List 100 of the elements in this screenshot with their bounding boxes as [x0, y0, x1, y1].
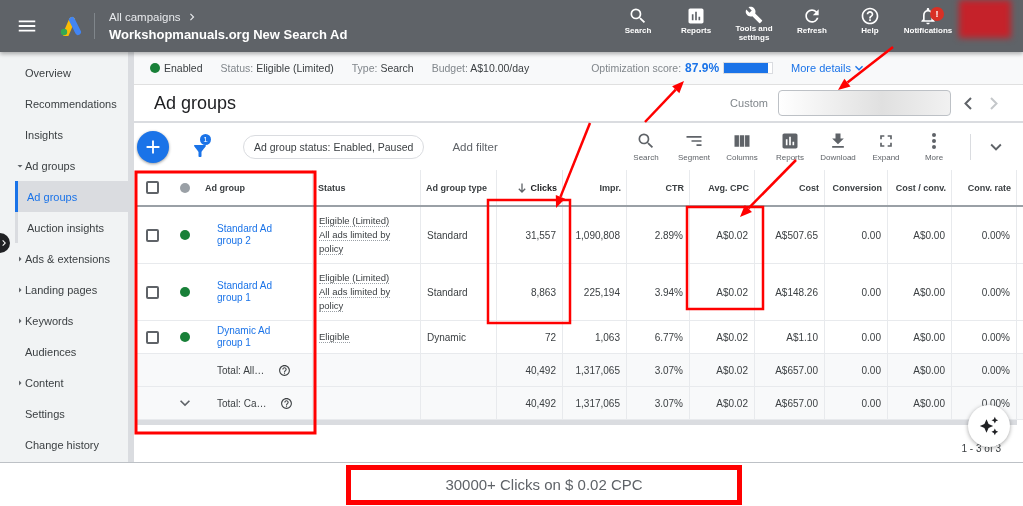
checkbox[interactable]: [146, 330, 159, 344]
search-icon: [636, 131, 656, 151]
table-cell: A$1.10: [755, 321, 825, 353]
column-header[interactable]: Conversion: [825, 170, 888, 205]
table-cell: A$0.00: [888, 207, 952, 263]
help-icon: [278, 363, 292, 377]
page-title: Ad groups: [154, 92, 237, 114]
table-cell: 3.94%: [627, 264, 690, 320]
status-text: Eligible: [319, 329, 350, 345]
ad-group-link[interactable]: Dynamic Ad group 1: [217, 324, 283, 350]
chevron-left-icon: [964, 96, 972, 110]
table-cell: 2.89%: [627, 207, 690, 263]
toolbar-button[interactable]: Help: [843, 0, 897, 52]
ad-group-link[interactable]: Standard Ad group 1: [217, 279, 283, 305]
add-filter-button[interactable]: Add filter: [446, 139, 504, 154]
caption: 30000+ Clicks on $ 0.02 CPC: [346, 464, 742, 505]
table-cell: 0.00%: [952, 321, 1017, 353]
checkbox[interactable]: [146, 285, 159, 299]
search-icon: [628, 6, 648, 26]
date-label: Custom: [730, 97, 768, 109]
table-cell: Dynamic: [421, 321, 497, 353]
refresh-icon: [802, 6, 822, 26]
table-cell: 0.00%: [952, 264, 1017, 320]
column-header[interactable]: Cost: [755, 170, 825, 205]
table-cell: A$0.00: [888, 321, 952, 353]
table-cell: Standard: [421, 264, 497, 320]
toolbar-button[interactable]: Segment: [670, 131, 718, 162]
status-text: Eligible (Limited) All ads limited by policy: [319, 213, 392, 257]
more-icon: [932, 133, 936, 149]
table-cell: A$148.26: [755, 264, 825, 320]
ad-group-link[interactable]: Standard Ad group 2: [217, 222, 283, 248]
toolbar-button[interactable]: Search: [611, 0, 665, 52]
table-cell: 40,492: [497, 354, 563, 386]
table-cell: A$657.00: [755, 354, 825, 386]
sidebar-item[interactable]: Landing pages: [0, 274, 128, 305]
column-header[interactable]: Avg. CPC: [690, 170, 755, 205]
wrench-icon: [745, 6, 763, 24]
column-header[interactable]: CTR: [627, 170, 690, 205]
sidebar-item[interactable]: Recommendations: [0, 88, 128, 119]
date-range-field[interactable]: [778, 90, 951, 116]
table-cell: 1,063: [563, 321, 627, 353]
notification-badge: !: [930, 7, 944, 21]
sidebar-item[interactable]: Ad groups: [0, 150, 128, 181]
table-cell: A$0.02: [690, 354, 755, 386]
optimization-score: Optimization score: 87.9%: [591, 61, 720, 75]
summary-fact: Type: Search: [351, 62, 414, 74]
total-label: Total: Ca…: [217, 397, 267, 409]
toolbar-button[interactable]: Reports: [669, 0, 723, 52]
summary-fact: Status: Eligible (Limited): [220, 62, 334, 74]
toolbar-button[interactable]: Notifications !: [901, 0, 955, 52]
table-cell: 1,090,808: [563, 207, 627, 263]
table-cell: 0.00%: [952, 207, 1017, 263]
sparkle-icon: [979, 416, 999, 436]
sidebar-item[interactable]: Keywords: [0, 305, 128, 336]
sidebar-item[interactable]: Content: [0, 367, 128, 398]
checkbox[interactable]: [146, 228, 159, 242]
campaign-state: Enabled: [150, 62, 203, 74]
sidebar-item[interactable]: Auction insights: [15, 212, 128, 243]
table-cell: 1,317,065: [563, 354, 627, 386]
toolbar-button[interactable]: Download: [814, 131, 862, 162]
total-label: Total: All…: [217, 364, 265, 376]
column-header[interactable]: Ad group type: [421, 170, 497, 205]
toolbar-button[interactable]: Columns: [718, 131, 766, 162]
sidebar-item[interactable]: Change history: [0, 429, 128, 460]
toolbar-button[interactable]: Expand: [862, 131, 910, 162]
help-icon: [860, 6, 880, 26]
column-header[interactable]: Conv. rate: [952, 170, 1017, 205]
sidebar-item[interactable]: Overview: [0, 57, 128, 88]
toolbar-button[interactable]: Tools and settings: [727, 0, 781, 52]
filter-chip[interactable]: Ad group status: Enabled, Paused: [243, 134, 425, 159]
table-cell: A$0.00: [888, 354, 952, 386]
table-cell: 225,194: [563, 264, 627, 320]
table-cell: A$507.65: [755, 207, 825, 263]
filter-button[interactable]: 1: [191, 133, 215, 160]
sidebar-item[interactable]: Settings: [0, 398, 128, 429]
table-cell: 0.00: [825, 264, 888, 320]
sidebar-item[interactable]: Audiences: [0, 336, 128, 367]
toolbar-button[interactable]: Refresh: [785, 0, 839, 52]
table-cell: 40,492: [497, 387, 563, 419]
toolbar-button[interactable]: Search: [622, 131, 670, 162]
add-button[interactable]: [137, 130, 169, 163]
toolbar-button[interactable]: More: [910, 131, 958, 162]
toolbar-button[interactable]: Reports: [766, 131, 814, 162]
table-cell: 0.00: [825, 354, 888, 386]
table-cell: 31,557: [497, 207, 563, 263]
arrow-down-icon: [518, 182, 527, 193]
sidebar-item[interactable]: Insights: [0, 119, 128, 150]
table-cell: A$0.02: [690, 321, 755, 353]
column-header[interactable]: Cost / conv.: [888, 170, 952, 205]
sidebar-item[interactable]: Ads & extensions: [0, 243, 128, 274]
breadcrumb-link[interactable]: All campaigns: [109, 10, 348, 24]
column-header[interactable]: Status: [313, 170, 421, 205]
checkbox[interactable]: [146, 181, 159, 194]
table-cell: 6.77%: [627, 321, 690, 353]
scrollbar[interactable]: [135, 420, 1017, 425]
table-cell: 72: [497, 321, 563, 353]
more-details-link[interactable]: More details: [791, 60, 867, 76]
logo-icon: [58, 16, 82, 36]
table-cell: Standard: [421, 207, 497, 263]
column-header[interactable]: Ad group: [200, 170, 313, 205]
